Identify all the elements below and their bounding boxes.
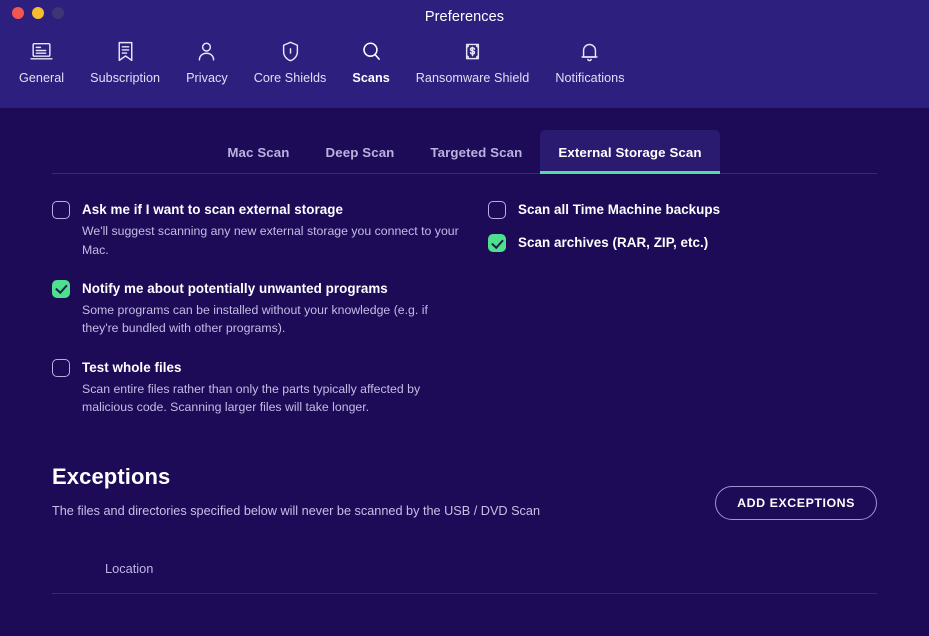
toolbar-item-core-shields[interactable]: Core Shields (241, 36, 340, 108)
toolbar-item-scans[interactable]: Scans (339, 36, 402, 112)
window-header: Preferences General Subscription Privacy… (0, 0, 929, 112)
tab-label: Mac Scan (227, 144, 290, 160)
tab-mac-scan[interactable]: Mac Scan (209, 130, 307, 174)
preferences-toolbar: General Subscription Privacy Core Shield… (0, 36, 929, 112)
toolbar-label-core-shields: Core Shields (253, 71, 327, 85)
toolbar-label-scans: Scans (352, 71, 390, 85)
option-text: Scan all Time Machine backups (518, 200, 720, 219)
toolbar-label-notifications: Notifications (555, 71, 625, 85)
exceptions-table: Location (52, 554, 877, 624)
bookmark-list-icon (113, 36, 138, 66)
option-title: Scan archives (RAR, ZIP, etc.) (518, 235, 709, 251)
scan-options-right-column: Scan all Time Machine backups Scan archi… (482, 200, 877, 436)
option-text: Scan archives (RAR, ZIP, etc.) (518, 233, 708, 252)
scan-options: Ask me if I want to scan external storag… (52, 200, 877, 436)
scan-options-left-column: Ask me if I want to scan external storag… (52, 200, 482, 436)
checkbox-scan-archives[interactable] (488, 234, 506, 253)
scan-tabs-container: Mac Scan Deep Scan Targeted Scan Externa… (52, 130, 877, 174)
toolbar-label-general: General (19, 71, 65, 85)
exceptions-section: Exceptions The files and directories spe… (52, 464, 877, 624)
toolbar-item-subscription[interactable]: Subscription (77, 36, 173, 108)
option-scan-archives[interactable]: Scan archives (RAR, ZIP, etc.) (488, 233, 877, 253)
scan-tabs: Mac Scan Deep Scan Targeted Scan Externa… (52, 130, 877, 174)
option-description: Some programs can be installed without y… (82, 303, 428, 336)
option-notify-unwanted-programs[interactable]: Notify me about potentially unwanted pro… (52, 279, 482, 338)
option-test-whole-files[interactable]: Test whole files Scan entire files rathe… (52, 358, 482, 417)
bell-icon (577, 36, 602, 66)
toolbar-item-ransomware-shield[interactable]: Ransomware Shield (403, 36, 543, 108)
column-header-location: Location (105, 560, 154, 576)
checkbox-test-whole-files[interactable] (52, 358, 70, 377)
tab-active-indicator (540, 171, 720, 174)
option-title: Scan all Time Machine backups (518, 202, 721, 217)
toolbar-label-subscription: Subscription (90, 71, 161, 85)
option-description: Scan entire files rather than only the p… (82, 382, 421, 415)
window-title: Preferences (424, 9, 505, 25)
money-lock-icon (460, 36, 485, 66)
option-text: Test whole files Scan entire files rathe… (82, 358, 464, 417)
tab-external-storage-scan[interactable]: External Storage Scan (540, 130, 720, 174)
toolbar-label-ransomware-shield: Ransomware Shield (415, 71, 530, 85)
toolbar-item-privacy[interactable]: Privacy (173, 36, 241, 108)
checkbox-scan-time-machine-backups[interactable] (488, 201, 506, 219)
exceptions-table-body (52, 594, 877, 624)
tab-label: Targeted Scan (430, 144, 523, 160)
option-title: Notify me about potentially unwanted pro… (82, 280, 388, 296)
laptop-document-icon (29, 36, 54, 66)
option-text: Notify me about potentially unwanted pro… (82, 279, 464, 338)
toolbar-label-privacy: Privacy (186, 71, 228, 85)
tab-targeted-scan[interactable]: Targeted Scan (412, 130, 540, 174)
tab-deep-scan[interactable]: Deep Scan (308, 130, 413, 174)
option-title: Ask me if I want to scan external storag… (82, 202, 344, 217)
option-text: Ask me if I want to scan external storag… (82, 200, 464, 259)
tab-label: Deep Scan (325, 144, 395, 160)
option-description: We'll suggest scanning any new external … (82, 224, 459, 257)
option-title: Test whole files (82, 359, 182, 375)
preferences-content: Mac Scan Deep Scan Targeted Scan Externa… (0, 108, 929, 636)
checkbox-ask-me-external-storage[interactable] (52, 201, 70, 219)
tab-label: External Storage Scan (558, 144, 702, 160)
toolbar-item-notifications[interactable]: Notifications (542, 36, 637, 108)
preferences-window: Preferences General Subscription Privacy… (0, 0, 929, 636)
option-scan-time-machine-backups[interactable]: Scan all Time Machine backups (488, 200, 877, 219)
checkbox-notify-unwanted-programs[interactable] (52, 279, 70, 298)
option-ask-me-external-storage[interactable]: Ask me if I want to scan external storag… (52, 200, 482, 259)
shield-icon (278, 36, 303, 66)
add-exceptions-button[interactable]: ADD EXCEPTIONS (715, 486, 877, 521)
exceptions-table-header: Location (52, 554, 877, 582)
toolbar-item-general[interactable]: General (6, 36, 77, 108)
person-icon (194, 36, 219, 66)
magnifier-icon (359, 36, 384, 66)
